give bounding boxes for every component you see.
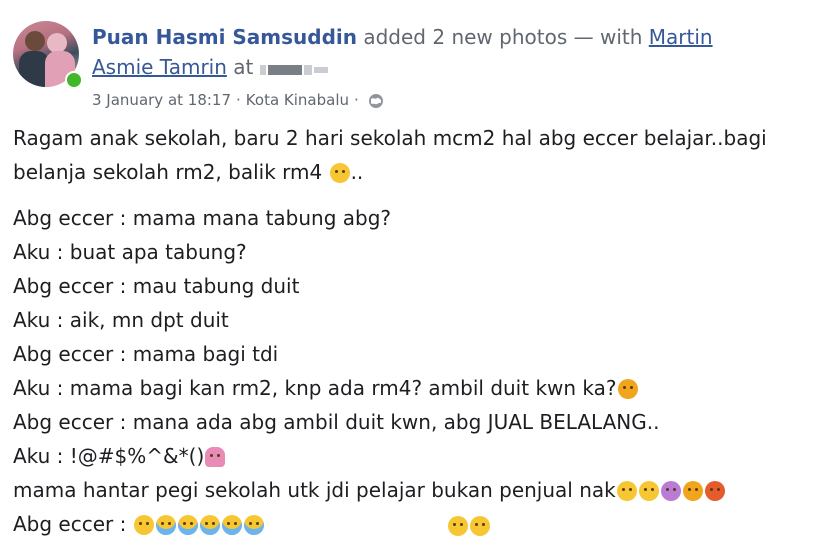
swearing-face-icon: [704, 481, 725, 501]
globe-icon[interactable]: [368, 93, 384, 115]
woman-facepalming-icon: [205, 447, 226, 467]
post-meta: 3 January at 18:17 · Kota Kinabalu ·: [92, 89, 384, 115]
intro-line-1: Ragam anak sekolah, baru 2 hari sekolah …: [13, 126, 767, 150]
intro-line-2-text: belanja sekolah rm2, balik rm4: [13, 160, 323, 184]
post-avatar[interactable]: [13, 21, 83, 89]
meta-separator-2: ·: [354, 91, 359, 109]
post-timestamp-link[interactable]: 3 January at 18:17: [92, 91, 231, 109]
dialogue-line: Aku : !@#$%^&*(): [13, 439, 813, 473]
dialogue-line: mama hantar pegi sekolah utk jdi pelajar…: [13, 473, 813, 507]
post-header: Puan Hasmi Samsuddin added 2 new photos …: [92, 22, 812, 84]
blurred-location: [259, 54, 330, 84]
dialogue-line: Abg eccer : mau tabung duit: [13, 274, 300, 298]
dialogue-line-text: Aku : !@#$%^&*(): [13, 444, 205, 468]
angry-face-icon: [682, 481, 703, 501]
author-name-link[interactable]: Puan Hasmi Samsuddin: [92, 25, 357, 49]
angry-face-icon: [617, 379, 638, 399]
cut-off-emojis: [447, 516, 491, 536]
at-text: at: [233, 55, 254, 79]
sad-face-icon: [133, 515, 154, 535]
dialogue-line-text: mama hantar pegi sekolah utk jdi pelajar…: [13, 478, 616, 502]
dialogue-lines: Abg eccer : mama mana tabung abg? Aku : …: [13, 201, 813, 541]
intro-line-2-tail: ..: [350, 160, 364, 184]
post-message: Ragam anak sekolah, baru 2 hari sekolah …: [13, 121, 813, 541]
cut-off-emoji-icon: [470, 516, 490, 536]
dialogue-line: Abg eccer : mana ada abg ambil duit kwn,…: [13, 410, 660, 434]
dialogue-line-text: Abg eccer :: [13, 512, 133, 536]
online-status-dot: [65, 71, 83, 89]
dialogue-line: Aku : aik, mn dpt duit: [13, 308, 229, 332]
unamused-face-icon: [638, 481, 659, 501]
dialogue-line: Aku : buat apa tabung?: [13, 240, 247, 264]
dizzy-face-icon: [660, 481, 681, 501]
post-action-text: added 2 new photos — with: [363, 25, 643, 49]
dialogue-line-text: Aku : mama bagi kan rm2, knp ada rm4? am…: [13, 376, 617, 400]
post-location-link[interactable]: Kota Kinabalu: [246, 91, 349, 109]
crying-face-icon: [221, 515, 242, 535]
crying-face-icon: [243, 515, 264, 535]
dialogue-line: Aku : mama bagi kan rm2, knp ada rm4? am…: [13, 371, 813, 405]
thinking-face-icon: [329, 163, 350, 183]
dialogue-line: Abg eccer :: [13, 507, 813, 541]
intro-line-2: belanja sekolah rm2, balik rm4 ..: [13, 155, 813, 189]
intro-paragraph: Ragam anak sekolah, baru 2 hari sekolah …: [13, 121, 813, 189]
tagged-user-martin-link[interactable]: Martin: [649, 25, 713, 49]
cut-off-emoji-icon: [448, 516, 468, 536]
crying-face-icon: [199, 515, 220, 535]
crying-face-icon: [177, 515, 198, 535]
meta-separator: ·: [236, 91, 241, 109]
dialogue-line: Abg eccer : mama bagi tdi: [13, 342, 279, 366]
crying-face-icon: [155, 515, 176, 535]
tagged-user-asmie-link[interactable]: Asmie Tamrin: [92, 55, 227, 79]
sleepy-face-icon: [616, 481, 637, 501]
dialogue-line: Abg eccer : mama mana tabung abg?: [13, 206, 392, 230]
